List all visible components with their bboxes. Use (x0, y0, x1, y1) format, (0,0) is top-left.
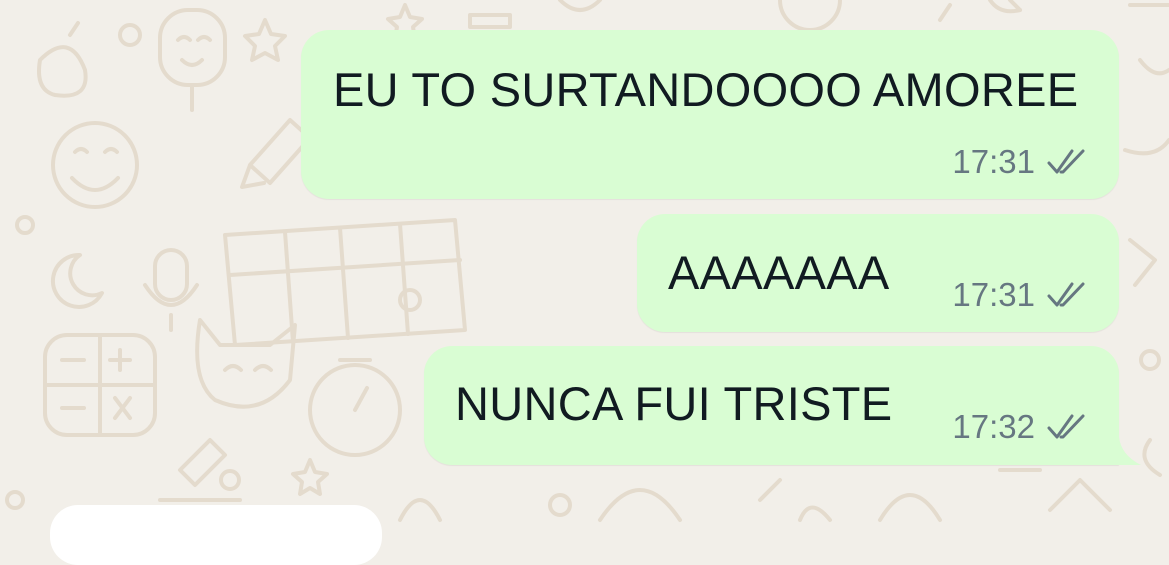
incoming-message-bubble[interactable] (50, 505, 382, 565)
message-meta: 17:31 (952, 276, 1093, 314)
message-text: AAAAAAA (668, 246, 890, 299)
bubble-tail (1119, 437, 1141, 465)
outgoing-message-bubble[interactable]: AAAAAAA 17:31 (637, 214, 1119, 332)
message-meta: 17:32 (952, 408, 1093, 446)
pepper-doodle-icon (37, 21, 88, 98)
double-check-icon (1047, 149, 1085, 174)
stopwatch-doodle-icon (308, 358, 402, 457)
popsicle-doodle-icon (158, 8, 227, 112)
message-time: 17:31 (952, 276, 1035, 313)
outgoing-message-bubble[interactable]: EU TO SURTANDOOOO AMOREE 17:31 (301, 30, 1119, 199)
pen-doodle-icon (240, 118, 312, 189)
calculator-doodle-icon (43, 333, 157, 437)
double-check-icon (1047, 414, 1085, 439)
message-text: NUNCA FUI TRISTE (455, 377, 893, 430)
smiley-doodle-icon (51, 121, 139, 209)
message-time: 17:32 (952, 408, 1035, 445)
message-time: 17:31 (952, 143, 1035, 180)
moon-doodle-icon (50, 252, 104, 309)
double-check-icon (1047, 282, 1085, 307)
message-text: EU TO SURTANDOOOO AMOREE (333, 63, 1079, 116)
microphone-doodle-icon (143, 248, 199, 332)
message-meta: 17:31 (952, 143, 1093, 181)
calendar-doodle-icon (223, 218, 467, 347)
creature-doodle-icon (195, 318, 297, 409)
outgoing-message-bubble[interactable]: NUNCA FUI TRISTE 17:32 (424, 346, 1119, 465)
